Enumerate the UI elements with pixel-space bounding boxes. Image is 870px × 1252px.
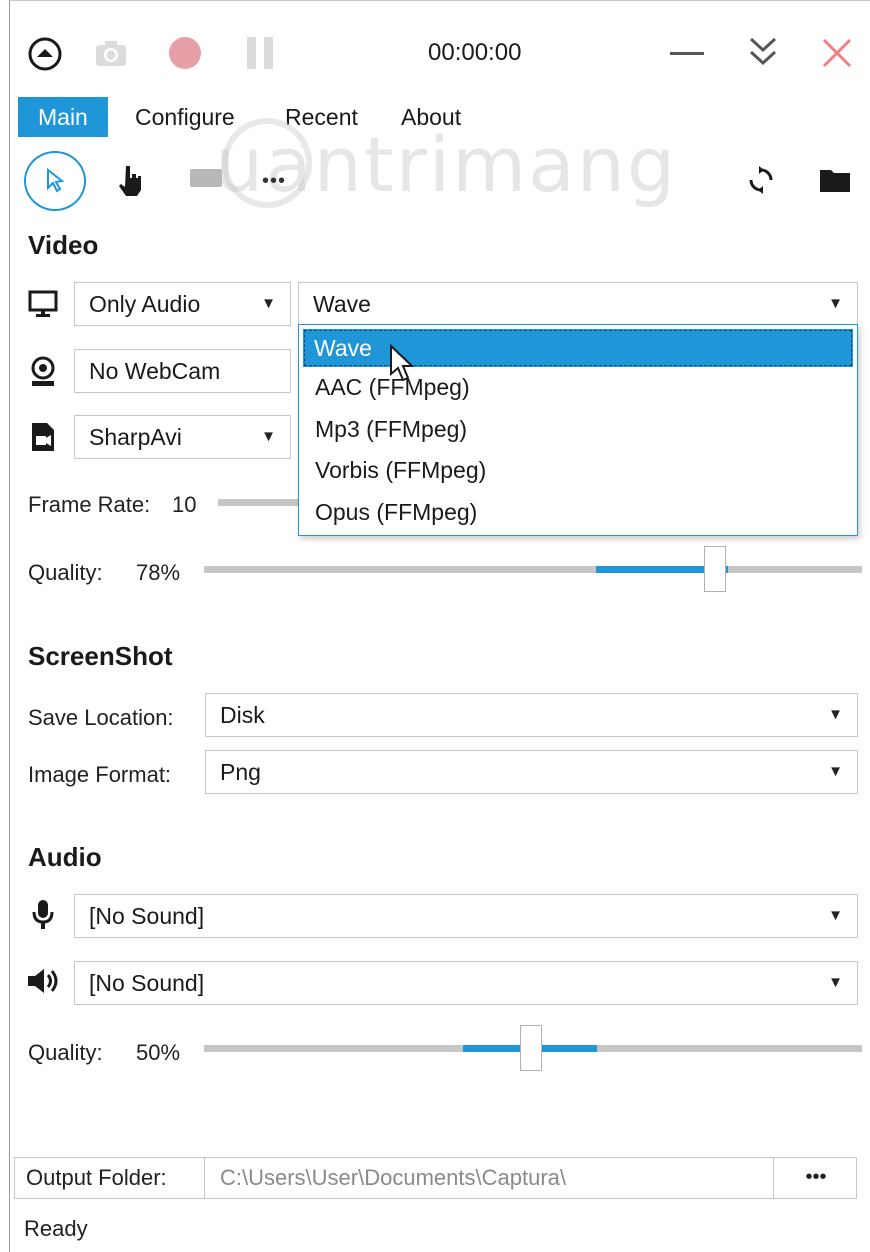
microphone-select[interactable]: [No Sound] ▼ xyxy=(74,894,858,938)
webcam-select[interactable]: No WebCam xyxy=(74,349,291,393)
video-source-value: Only Audio xyxy=(89,291,201,317)
encoder-value: SharpAvi xyxy=(89,424,182,450)
audio-quality-thumb[interactable] xyxy=(520,1025,542,1071)
frame-rate-slider[interactable] xyxy=(218,499,298,506)
browse-folder-button[interactable]: ••• xyxy=(775,1158,857,1198)
speaker-value: [No Sound] xyxy=(89,970,205,996)
mouse-pointer-icon xyxy=(388,343,416,384)
save-location-label: Save Location: xyxy=(28,705,174,730)
microphone-icon xyxy=(30,898,56,932)
cursor-icon[interactable] xyxy=(24,151,86,211)
video-codec-select[interactable]: Wave ▼ xyxy=(298,282,858,326)
monitor-icon xyxy=(27,289,59,319)
chevron-double-down-icon[interactable] xyxy=(746,34,780,70)
folder-icon[interactable] xyxy=(818,166,852,194)
dropdown-option-mp3[interactable]: Mp3 (FFMpeg) xyxy=(299,409,857,451)
save-location-select[interactable]: Disk ▼ xyxy=(205,693,858,737)
speaker-icon xyxy=(25,966,61,996)
video-quality-label: Quality: xyxy=(28,560,103,585)
minimize-icon[interactable] xyxy=(670,52,704,55)
elapsed-time: 00:00:00 xyxy=(428,39,522,66)
chevron-down-icon: ▼ xyxy=(261,295,276,312)
screenshot-heading: ScreenShot xyxy=(28,641,173,671)
dropdown-option-vorbis[interactable]: Vorbis (FFMpeg) xyxy=(299,450,857,492)
frame-rate-label: Frame Rate: xyxy=(28,492,151,517)
camera-icon[interactable] xyxy=(92,36,130,70)
dropdown-option-aac[interactable]: AAC (FFMpeg) xyxy=(299,367,857,409)
speaker-select[interactable]: [No Sound] ▼ xyxy=(74,961,858,1005)
video-heading: Video xyxy=(28,230,99,260)
save-location-value: Disk xyxy=(220,702,265,728)
codec-dropdown-list: Wave AAC (FFMpeg) Mp3 (FFMpeg) Vorbis (F… xyxy=(298,324,858,536)
dropdown-option-wave[interactable]: Wave xyxy=(303,329,853,367)
audio-quality-label: Quality: xyxy=(28,1040,103,1065)
tab-main[interactable]: Main xyxy=(18,97,108,137)
status-text: Ready xyxy=(24,1216,88,1241)
keyboard-icon[interactable] xyxy=(190,169,222,187)
refresh-icon[interactable] xyxy=(746,165,776,195)
video-quality-slider[interactable] xyxy=(204,566,862,573)
video-source-select[interactable]: Only Audio ▼ xyxy=(74,282,291,326)
video-quality-value: 78% xyxy=(136,560,181,585)
image-format-label: Image Format: xyxy=(28,762,172,787)
close-icon[interactable] xyxy=(820,36,854,70)
chevron-down-icon: ▼ xyxy=(828,706,843,723)
video-file-icon xyxy=(29,421,57,453)
audio-heading: Audio xyxy=(28,842,102,872)
output-folder-path[interactable]: C:\Users\User\Documents\Captura\ xyxy=(206,1158,774,1198)
chevron-down-icon: ▼ xyxy=(261,428,276,445)
video-codec-value: Wave xyxy=(313,291,371,317)
hand-icon[interactable] xyxy=(114,162,146,198)
webcam-value: No WebCam xyxy=(89,358,221,384)
output-folder-label: Output Folder: xyxy=(15,1158,205,1198)
webcam-icon xyxy=(28,356,58,388)
chevron-down-icon: ▼ xyxy=(828,907,843,924)
chevron-down-icon: ▼ xyxy=(828,763,843,780)
dropdown-option-opus[interactable]: Opus (FFMpeg) xyxy=(299,492,857,534)
encoder-select[interactable]: SharpAvi ▼ xyxy=(74,415,291,459)
record-icon[interactable] xyxy=(169,37,201,69)
output-folder-bar: Output Folder: C:\Users\User\Documents\C… xyxy=(14,1157,857,1199)
more-dots-icon[interactable]: ••• xyxy=(262,170,286,193)
image-format-select[interactable]: Png ▼ xyxy=(205,750,858,794)
frame-rate-value: 10 xyxy=(172,492,197,517)
tab-about[interactable]: About xyxy=(381,97,481,137)
pause-icon[interactable] xyxy=(245,37,277,69)
image-format-value: Png xyxy=(220,759,261,785)
chevron-down-icon: ▼ xyxy=(828,974,843,991)
collapse-up-icon[interactable] xyxy=(26,35,64,73)
watermark-logo xyxy=(222,118,312,208)
video-quality-thumb[interactable] xyxy=(704,546,726,592)
microphone-value: [No Sound] xyxy=(89,903,205,929)
chevron-down-icon: ▼ xyxy=(828,295,843,312)
audio-quality-value: 50% xyxy=(136,1040,181,1065)
